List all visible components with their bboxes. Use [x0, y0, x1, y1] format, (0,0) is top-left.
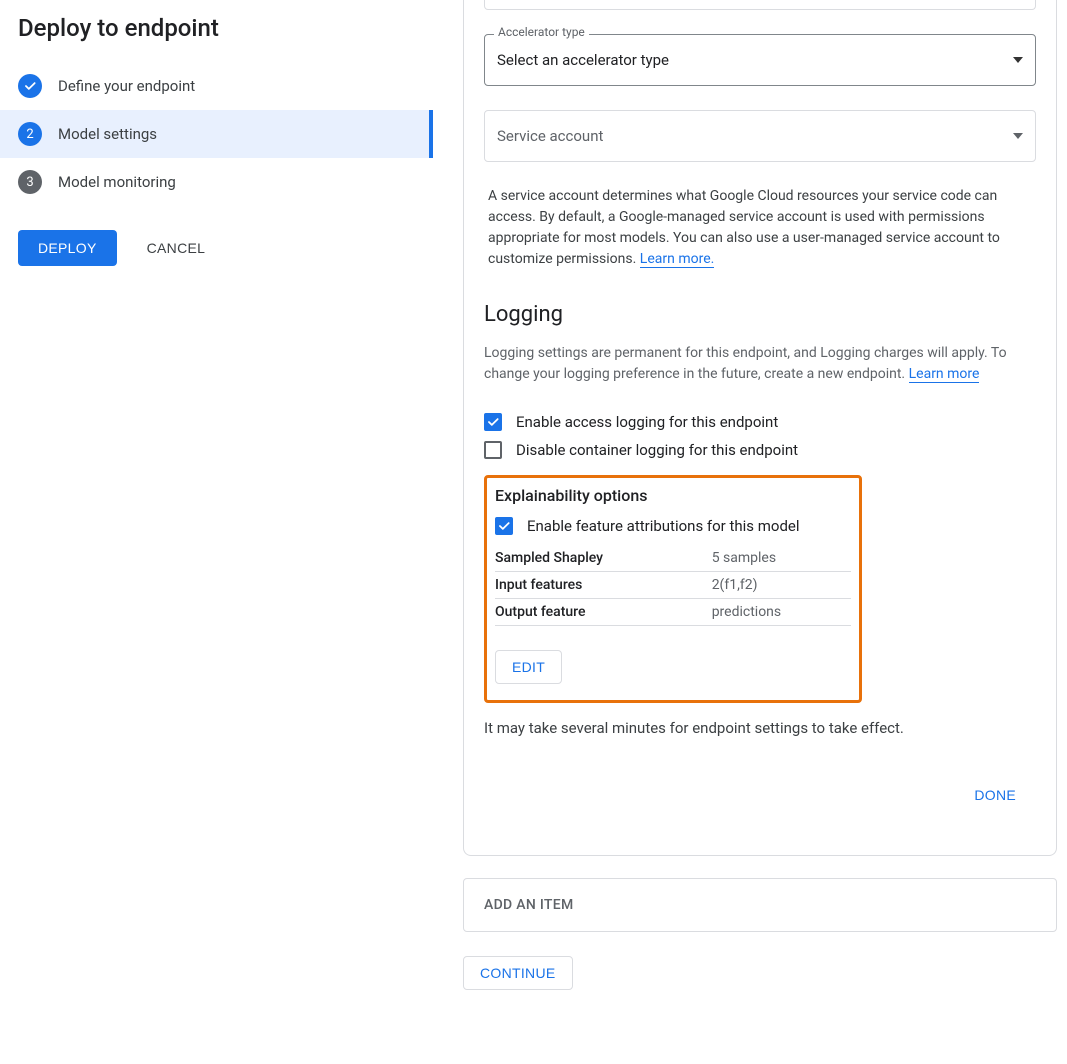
done-button[interactable]: DONE — [974, 787, 1016, 803]
service-account-field[interactable]: Service account — [484, 110, 1036, 162]
table-key: Input features — [495, 572, 712, 599]
continue-button[interactable]: CONTINUE — [463, 956, 573, 990]
checkbox-label: Enable feature attributions for this mod… — [527, 517, 800, 535]
sidebar: Deploy to endpoint Define your endpoint … — [0, 0, 433, 1064]
explainability-title: Explainability options — [495, 486, 851, 505]
cancel-button[interactable]: CANCEL — [147, 240, 206, 256]
feature-attr-table: Sampled Shapley 5 samples Input features… — [495, 545, 851, 626]
truncated-field[interactable] — [484, 0, 1036, 10]
table-val: 2(f1,f2) — [712, 572, 851, 599]
disable-container-logging-checkbox[interactable] — [484, 441, 502, 459]
sidebar-actions: DEPLOY CANCEL — [0, 206, 433, 290]
settings-note: It may take several minutes for endpoint… — [484, 719, 1036, 737]
chevron-down-icon — [1013, 133, 1023, 139]
table-key: Sampled Shapley — [495, 545, 712, 572]
select-value: Select an accelerator type — [497, 51, 669, 69]
chevron-down-icon — [1013, 57, 1023, 63]
logging-desc: Logging settings are permanent for this … — [484, 343, 1036, 385]
disable-container-logging-row: Disable container logging for this endpo… — [484, 441, 1036, 459]
accelerator-type-field[interactable]: Accelerator type Select an accelerator t… — [484, 34, 1036, 86]
main-content: Accelerator type Select an accelerator t… — [433, 0, 1067, 1064]
enable-feature-attr-row: Enable feature attributions for this mod… — [495, 517, 851, 535]
table-row: Sampled Shapley 5 samples — [495, 545, 851, 572]
table-row: Input features 2(f1,f2) — [495, 572, 851, 599]
checkbox-label: Enable access logging for this endpoint — [516, 413, 778, 431]
explainability-options-box: Explainability options Enable feature at… — [484, 475, 862, 703]
table-val: 5 samples — [712, 545, 851, 572]
step-define-endpoint[interactable]: Define your endpoint — [0, 62, 433, 110]
enable-access-logging-checkbox[interactable] — [484, 413, 502, 431]
steps-list: Define your endpoint 2 Model settings 3 … — [0, 62, 433, 206]
step-number-icon: 3 — [18, 170, 42, 194]
checkbox-label: Disable container logging for this endpo… — [516, 441, 798, 459]
settings-panel: Accelerator type Select an accelerator t… — [463, 0, 1057, 856]
learn-more-link[interactable]: Learn more. — [640, 251, 715, 268]
enable-feature-attr-checkbox[interactable] — [495, 517, 513, 535]
step-model-settings[interactable]: 2 Model settings — [0, 110, 433, 158]
service-account-helper: A service account determines what Google… — [484, 186, 1036, 270]
enable-access-logging-row: Enable access logging for this endpoint — [484, 413, 1036, 431]
step-number-icon: 2 — [18, 122, 42, 146]
add-item-button[interactable]: ADD AN ITEM — [463, 878, 1057, 932]
step-label: Model monitoring — [58, 173, 176, 191]
edit-button[interactable]: EDIT — [495, 650, 562, 684]
table-key: Output feature — [495, 599, 712, 626]
check-icon — [18, 74, 42, 98]
deploy-button[interactable]: DEPLOY — [18, 230, 117, 266]
field-label: Accelerator type — [494, 25, 589, 39]
logging-heading: Logging — [484, 302, 1036, 327]
step-label: Model settings — [58, 125, 157, 143]
select-placeholder: Service account — [497, 127, 603, 145]
table-val: predictions — [712, 599, 851, 626]
learn-more-link[interactable]: Learn more — [909, 366, 980, 383]
table-row: Output feature predictions — [495, 599, 851, 626]
page-title: Deploy to endpoint — [0, 0, 433, 62]
step-label: Define your endpoint — [58, 77, 195, 95]
step-model-monitoring[interactable]: 3 Model monitoring — [0, 158, 433, 206]
